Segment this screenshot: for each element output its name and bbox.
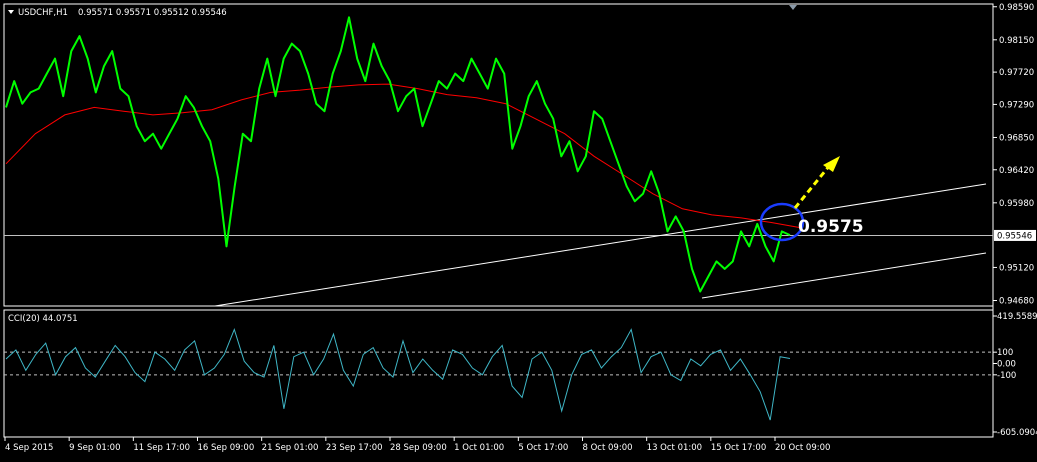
time-tick-label: 11 Sep 17:00	[133, 443, 190, 453]
price-callout: 0.9575	[798, 217, 864, 237]
time-tick-label: 28 Sep 09:00	[390, 443, 447, 453]
projection-arrow-shaft[interactable]	[793, 164, 832, 209]
cci-label: CCI(20) 44.0751	[8, 314, 78, 324]
moving-average-path	[5, 83, 801, 229]
price-tick-label: 0.95980	[999, 199, 1034, 209]
current-price-tag-text: 0.95546	[997, 231, 1032, 241]
projection-arrow-head[interactable]	[823, 156, 840, 172]
price-tick-label: 0.95120	[999, 263, 1034, 273]
cci-tick-label: -100	[997, 371, 1016, 381]
time-tick-label: 13 Oct 01:00	[647, 443, 702, 453]
price-line-path	[5, 16, 791, 293]
upper-trendline[interactable]	[214, 183, 987, 307]
price-tick-label: 0.98590	[999, 3, 1034, 13]
time-tick-label: 4 Sep 2015	[5, 443, 53, 453]
cci-pane-frame	[3, 309, 994, 438]
price-tick-label: 0.96850	[999, 133, 1034, 143]
moving-average-series	[5, 83, 801, 229]
chart-window[interactable]: 0.98590 0.98150 0.97720 0.97290 0.96850 0.964…	[0, 0, 1037, 458]
lower-trendline[interactable]	[701, 252, 987, 299]
cci-tick-label: 100	[997, 348, 1013, 358]
cci-tick-label: 0.00	[997, 359, 1016, 369]
time-tick-label: 8 Oct 09:00	[583, 443, 633, 453]
time-axis: 4 Sep 2015 9 Sep 01:00 11 Sep 17:00 16 Sep …	[4, 437, 830, 453]
price-tick-label: 0.94680	[999, 296, 1034, 306]
price-axis: 0.98590 0.98150 0.97720 0.97290 0.96850 0.964…	[993, 3, 1034, 306]
time-tick-label: 16 Sep 09:00	[198, 443, 255, 453]
cci-axis: 419.5589 1000.00 -100 -605.0904	[993, 312, 1037, 438]
chart-canvas[interactable]: 0.98590 0.98150 0.97720 0.97290 0.96850 0.964…	[0, 0, 1037, 458]
symbol-label: USDCHF,H1	[18, 8, 68, 18]
price-tick-label: 0.96420	[999, 166, 1034, 176]
time-tick-label: 9 Sep 01:00	[69, 443, 120, 453]
price-series	[5, 16, 791, 293]
time-tick-label: 23 Sep 17:00	[326, 443, 383, 453]
shift-marker-icon[interactable]	[789, 5, 797, 10]
cci-level-lines	[4, 351, 993, 376]
chart-menu-triangle-icon[interactable]	[8, 10, 14, 14]
time-tick-label: 5 Oct 17:00	[518, 443, 568, 453]
time-tick-label: 15 Oct 17:00	[711, 443, 766, 453]
ohlc-values: 0.95571 0.95571 0.95512 0.95546	[78, 8, 227, 18]
time-tick-label: 21 Sep 01:00	[262, 443, 319, 453]
time-tick-label: 20 Oct 09:00	[775, 443, 830, 453]
price-tick-label: 0.97290	[999, 100, 1034, 110]
time-tick-label: 1 Oct 01:00	[454, 443, 504, 453]
cci-tick-label: 419.5589	[997, 312, 1037, 322]
price-tick-label: 0.98150	[999, 36, 1034, 46]
price-tick-label: 0.97720	[999, 68, 1034, 78]
cci-tick-label: -605.0904	[997, 428, 1037, 438]
